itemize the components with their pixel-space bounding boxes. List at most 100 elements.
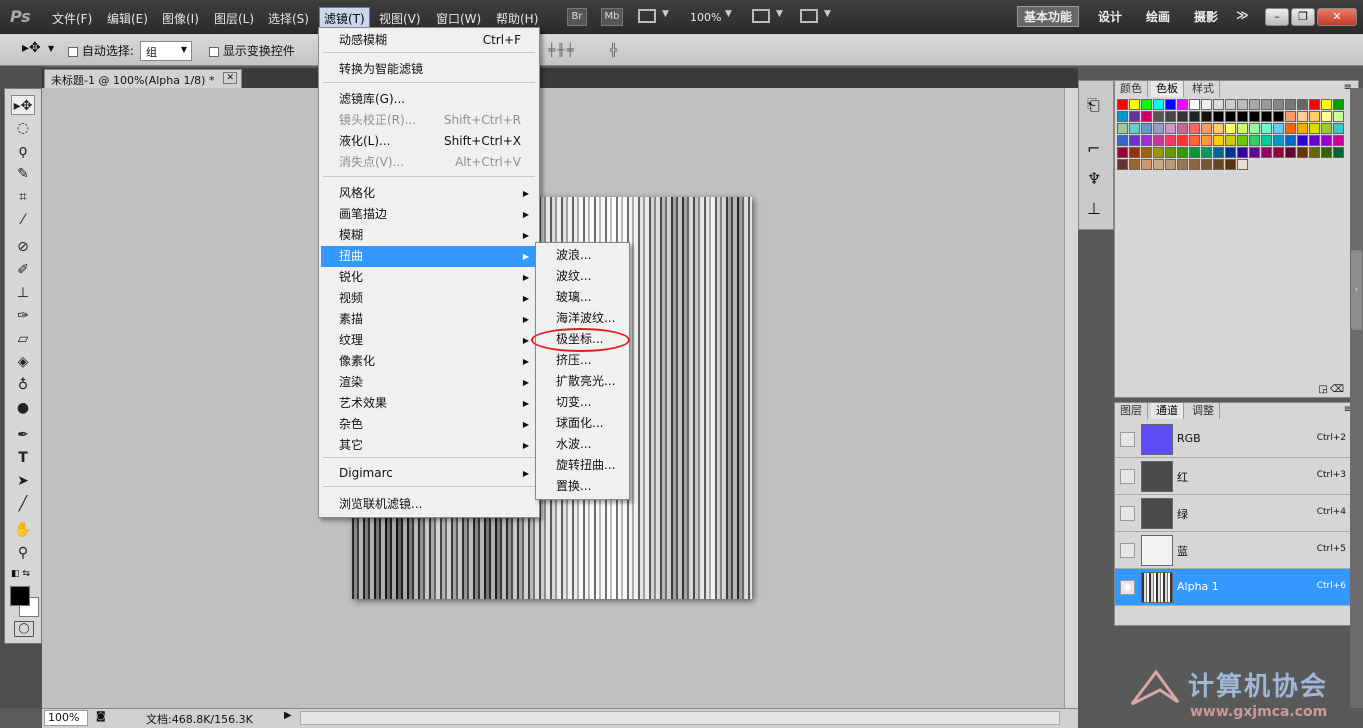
color-swatch[interactable]	[1153, 111, 1164, 122]
color-swatch[interactable]	[1273, 147, 1284, 158]
filter-menu-item[interactable]: 素描 ▶	[321, 309, 537, 330]
filter-menu-item[interactable]: Digimarc ▶	[321, 463, 537, 484]
visibility-eye-icon[interactable]	[1120, 543, 1135, 558]
color-swatch[interactable]	[1117, 135, 1128, 146]
workspace-essentials[interactable]: 基本功能	[1017, 6, 1080, 27]
type-tool-icon[interactable]: T	[11, 448, 35, 468]
distort-submenu-item[interactable]: 旋转扭曲...	[538, 455, 627, 476]
chevron-down-icon[interactable]: ▼	[725, 9, 732, 19]
distort-submenu-item[interactable]: 水波...	[538, 434, 627, 455]
color-swatch[interactable]	[1165, 99, 1176, 110]
tab-color[interactable]: 颜色	[1115, 81, 1148, 97]
filter-menu-item[interactable]: 其它 ▶	[321, 435, 537, 456]
color-swatch[interactable]	[1249, 111, 1260, 122]
color-swatch[interactable]	[1225, 159, 1236, 170]
color-swatch[interactable]	[1309, 123, 1320, 134]
color-swatch[interactable]	[1153, 123, 1164, 134]
status-zoom-field[interactable]: 100%	[44, 710, 88, 726]
color-swatch[interactable]	[1129, 159, 1140, 170]
brush-panel-icon[interactable]: ⌐	[1087, 139, 1100, 158]
color-swatch[interactable]	[1285, 111, 1296, 122]
menu-image[interactable]: 图像(I)	[162, 10, 199, 27]
color-swatch[interactable]	[1153, 159, 1164, 170]
color-swatch[interactable]	[1201, 147, 1212, 158]
color-swatch[interactable]	[1333, 147, 1344, 158]
filter-menu-item[interactable]: 像素化 ▶	[321, 351, 537, 372]
color-swatch[interactable]	[1189, 147, 1200, 158]
color-swatch[interactable]	[1129, 147, 1140, 158]
distort-submenu-item[interactable]: 挤压...	[538, 350, 627, 371]
color-swatch[interactable]	[1285, 99, 1296, 110]
tab-channels[interactable]: 通道	[1151, 403, 1184, 419]
color-swatch[interactable]	[1297, 147, 1308, 158]
filter-menu-item[interactable]: 画笔描边 ▶	[321, 204, 537, 225]
color-swatch[interactable]	[1261, 123, 1272, 134]
color-swatch[interactable]	[1213, 135, 1224, 146]
filter-menu-item[interactable]: 扭曲 ▶	[321, 246, 537, 267]
color-swatch[interactable]	[1249, 99, 1260, 110]
quick-mask-icon[interactable]: ◯	[14, 621, 34, 637]
color-swatch[interactable]	[1189, 159, 1200, 170]
dodge-tool-icon[interactable]: ●	[11, 398, 35, 418]
distort-submenu-item[interactable]: 波纹...	[538, 266, 627, 287]
color-swatch[interactable]	[1297, 135, 1308, 146]
move-tool-icon[interactable]: ▸✥	[11, 95, 35, 115]
default-colors-icon[interactable]: ◧ ⇆	[11, 569, 30, 579]
color-swatch[interactable]	[1201, 123, 1212, 134]
color-swatch[interactable]	[1201, 111, 1212, 122]
minimize-button[interactable]: –	[1265, 8, 1289, 26]
trash-icon[interactable]: ⌫	[1330, 384, 1344, 395]
workspace-design[interactable]: 设计	[1098, 8, 1122, 25]
color-swatch[interactable]	[1141, 159, 1152, 170]
chevron-down-icon[interactable]: ▼	[662, 9, 669, 19]
color-swatch[interactable]	[1285, 147, 1296, 158]
chevron-down-icon[interactable]: ▼	[48, 44, 54, 53]
filter-menu-item[interactable]: 渲染 ▶	[321, 372, 537, 393]
swatch-grid[interactable]	[1117, 99, 1345, 185]
color-swatch[interactable]	[1153, 135, 1164, 146]
color-swatch[interactable]	[1225, 111, 1236, 122]
color-swatch[interactable]	[1309, 135, 1320, 146]
filter-menu-item[interactable]: 转换为智能滤镜	[321, 59, 537, 80]
color-swatch[interactable]	[1321, 99, 1332, 110]
distort-submenu-item[interactable]: 玻璃...	[538, 287, 627, 308]
color-swatch[interactable]	[1141, 111, 1152, 122]
color-swatch[interactable]	[1189, 111, 1200, 122]
move-tool-icon[interactable]: ▸✥	[22, 40, 41, 56]
color-swatch[interactable]	[1249, 123, 1260, 134]
line-tool-icon[interactable]: ╱	[11, 494, 35, 514]
auto-select-checkbox[interactable]	[68, 46, 78, 57]
color-swatch[interactable]	[1129, 111, 1140, 122]
color-swatch[interactable]	[1249, 135, 1260, 146]
menu-window[interactable]: 窗口(W)	[436, 10, 481, 27]
eraser-tool-icon[interactable]: ▱	[11, 329, 35, 349]
tab-adjustments[interactable]: 调整	[1187, 403, 1220, 419]
color-swatch[interactable]	[1261, 135, 1272, 146]
color-swatch[interactable]	[1333, 123, 1344, 134]
filter-menu-item[interactable]: 液化(L)... Shift+Ctrl+X	[321, 131, 537, 152]
status-info-icon[interactable]: ◙	[96, 711, 106, 722]
color-swatch[interactable]	[1225, 99, 1236, 110]
color-swatch[interactable]	[1165, 123, 1176, 134]
filter-menu-item[interactable]: 艺术效果 ▶	[321, 393, 537, 414]
color-swatch[interactable]	[1273, 123, 1284, 134]
color-swatch[interactable]	[1213, 111, 1224, 122]
auto-select-dropdown[interactable]: 组 ▼	[140, 41, 192, 61]
color-swatch[interactable]	[1285, 123, 1296, 134]
color-swatch[interactable]	[1321, 147, 1332, 158]
color-swatch[interactable]	[1285, 135, 1296, 146]
distort-submenu-item[interactable]: 球面化...	[538, 413, 627, 434]
path-select-tool-icon[interactable]: ➤	[11, 471, 35, 491]
filter-menu-item[interactable]: 模糊 ▶	[321, 225, 537, 246]
menu-help[interactable]: 帮助(H)	[496, 10, 538, 27]
color-swatch[interactable]	[1225, 135, 1236, 146]
channel-row[interactable]: 红 Ctrl+3	[1115, 458, 1358, 495]
color-swatch[interactable]	[1141, 99, 1152, 110]
foreground-color-swatch[interactable]	[10, 586, 30, 606]
marquee-tool-icon[interactable]: ◌	[11, 118, 35, 138]
filter-menu-item[interactable]: 滤镜库(G)...	[321, 89, 537, 110]
auto-align-icon[interactable]: ╬	[610, 43, 617, 57]
menu-layer[interactable]: 图层(L)	[214, 10, 254, 27]
color-swatch[interactable]	[1237, 123, 1248, 134]
filter-menu-item[interactable]: 动感模糊 Ctrl+F	[321, 30, 537, 51]
